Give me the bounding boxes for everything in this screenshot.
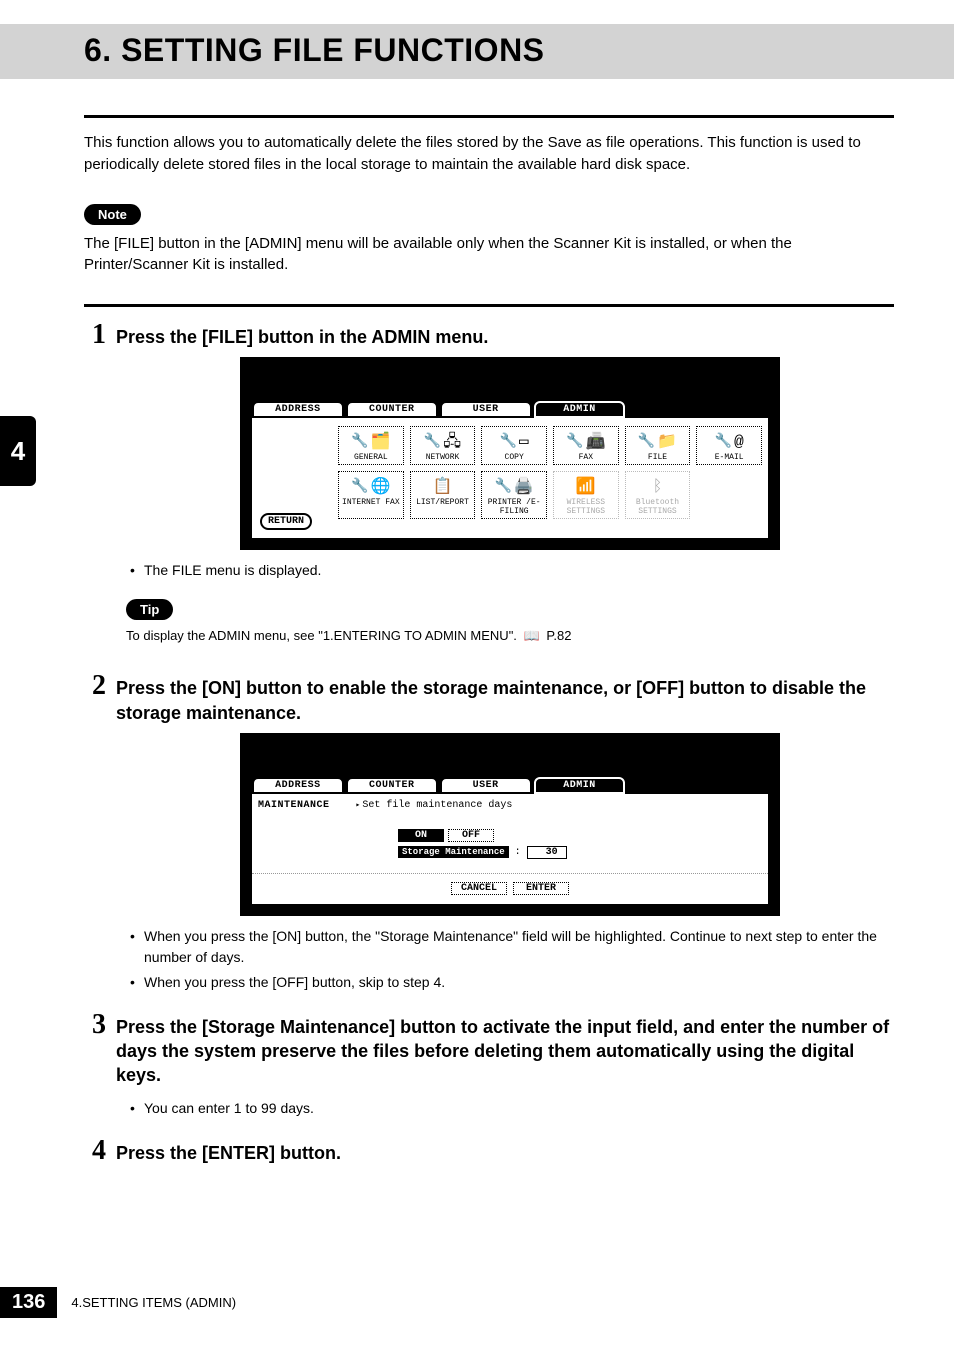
divider bbox=[252, 873, 768, 874]
maintenance-label: MAINTENANCE bbox=[258, 800, 330, 811]
footer-section: 4.SETTING ITEMS (ADMIN) bbox=[71, 1295, 236, 1310]
storage-maintenance-button[interactable]: Storage Maintenance bbox=[398, 846, 509, 858]
lcd2-tab-address[interactable]: ADDRESS bbox=[252, 777, 344, 794]
tip-pill: Tip bbox=[126, 599, 173, 620]
copy-button[interactable]: 🔧▭COPY bbox=[481, 426, 547, 465]
off-button[interactable]: OFF bbox=[448, 829, 494, 842]
step-3-title: Press the [Storage Maintenance] button t… bbox=[116, 1015, 894, 1088]
on-button[interactable]: ON bbox=[398, 829, 444, 842]
step-1: 1 Press the [FILE] button in the ADMIN m… bbox=[84, 321, 894, 581]
enter-button[interactable]: ENTER bbox=[513, 882, 569, 895]
rule-top bbox=[84, 115, 894, 118]
step-1-number: 1 bbox=[84, 321, 106, 349]
tip-block: Tip To display the ADMIN menu, see "1.EN… bbox=[126, 599, 894, 644]
lcd1-tab-address[interactable]: ADDRESS bbox=[252, 401, 344, 418]
step-3-number: 3 bbox=[84, 1011, 106, 1039]
lcd1-tab-user[interactable]: USER bbox=[440, 401, 532, 418]
return-button[interactable]: RETURN bbox=[260, 513, 312, 530]
tip-page-ref: P.82 bbox=[546, 628, 571, 643]
step-2: 2 Press the [ON] button to enable the st… bbox=[84, 672, 894, 993]
intro-text: This function allows you to automaticall… bbox=[84, 132, 894, 176]
tip-text: To display the ADMIN menu, see "1.ENTERI… bbox=[126, 628, 894, 644]
storage-maintenance-value[interactable]: 30 bbox=[527, 846, 567, 859]
step-1-bullet-1: The FILE menu is displayed. bbox=[126, 560, 894, 581]
wireless-settings-button[interactable]: 📶WIRELESS SETTINGS bbox=[553, 471, 619, 519]
note-text: The [FILE] button in the [ADMIN] menu wi… bbox=[84, 233, 894, 277]
note-block: Note The [FILE] button in the [ADMIN] me… bbox=[84, 204, 894, 277]
page-number: 136 bbox=[0, 1287, 57, 1318]
general-button[interactable]: 🔧🗂️GENERAL bbox=[338, 426, 404, 465]
lcd1-tab-admin[interactable]: ADMIN bbox=[534, 401, 626, 418]
list-report-button[interactable]: 📋LIST/REPORT bbox=[410, 471, 476, 519]
chapter-tab: 4 bbox=[0, 416, 36, 486]
lcd2-tab-admin[interactable]: ADMIN bbox=[534, 777, 626, 794]
book-icon: 📖 bbox=[524, 628, 540, 643]
email-button[interactable]: 🔧@E-MAIL bbox=[696, 426, 762, 465]
network-button[interactable]: 🔧🖧NETWORK bbox=[410, 426, 476, 465]
lcd2-tab-user[interactable]: USER bbox=[440, 777, 532, 794]
page-title: 6. SETTING FILE FUNCTIONS bbox=[0, 32, 954, 69]
step-2-title: Press the [ON] button to enable the stor… bbox=[116, 676, 894, 725]
step-2-bullet-2: When you press the [OFF] button, skip to… bbox=[126, 972, 894, 993]
maintenance-hint: Set file maintenance days bbox=[356, 800, 513, 811]
storage-colon: : bbox=[515, 847, 521, 858]
step-4-title: Press the [ENTER] button. bbox=[116, 1141, 341, 1165]
screenshot-maintenance: ADDRESS COUNTER USER ADMIN MAINTENANCE S… bbox=[240, 733, 780, 916]
content-area: This function allows you to automaticall… bbox=[0, 115, 954, 1165]
lcd1-tab-counter[interactable]: COUNTER bbox=[346, 401, 438, 418]
step-2-number: 2 bbox=[84, 672, 106, 700]
cancel-button[interactable]: CANCEL bbox=[451, 882, 507, 895]
bluetooth-settings-button[interactable]: ᛒBluetooth SETTINGS bbox=[625, 471, 691, 519]
page: 6. SETTING FILE FUNCTIONS 4 This functio… bbox=[0, 0, 954, 1348]
rule-mid bbox=[84, 304, 894, 307]
step-3-bullet-1: You can enter 1 to 99 days. bbox=[126, 1098, 894, 1119]
step-2-bullet-1: When you press the [ON] button, the "Sto… bbox=[126, 926, 894, 968]
header-band: 6. SETTING FILE FUNCTIONS bbox=[0, 24, 954, 79]
screenshot-admin-menu: ADDRESS COUNTER USER ADMIN 🔧🗂️GENERAL 🔧🖧… bbox=[240, 357, 780, 550]
step-4-number: 4 bbox=[84, 1137, 106, 1165]
fax-button[interactable]: 🔧📠FAX bbox=[553, 426, 619, 465]
step-3: 3 Press the [Storage Maintenance] button… bbox=[84, 1011, 894, 1119]
printer-efiling-button[interactable]: 🔧🖨️PRINTER /E-FILING bbox=[481, 471, 547, 519]
tip-prefix: To display the ADMIN menu, see "1.ENTERI… bbox=[126, 628, 517, 643]
note-pill: Note bbox=[84, 204, 141, 225]
step-4: 4 Press the [ENTER] button. bbox=[84, 1137, 894, 1165]
footer: 136 4.SETTING ITEMS (ADMIN) bbox=[0, 1287, 236, 1318]
lcd2-tab-counter[interactable]: COUNTER bbox=[346, 777, 438, 794]
file-button[interactable]: 🔧📁FILE bbox=[625, 426, 691, 465]
internet-fax-button[interactable]: 🔧🌐INTERNET FAX bbox=[338, 471, 404, 519]
step-1-title: Press the [FILE] button in the ADMIN men… bbox=[116, 325, 488, 349]
